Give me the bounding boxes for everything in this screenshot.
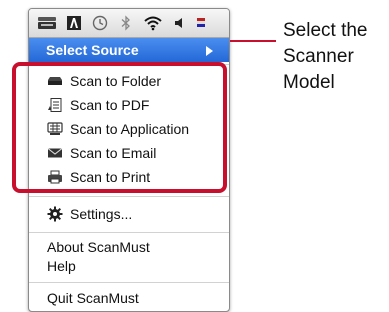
settings-item[interactable]: Settings... [29, 202, 229, 226]
settings-label: Settings... [70, 206, 133, 222]
callout-connector-line [230, 40, 276, 42]
help-item[interactable]: Help [29, 254, 229, 278]
clock-icon[interactable] [91, 14, 109, 32]
callout-annotation: Select the Scanner Model [283, 18, 368, 96]
menu-bar [29, 9, 229, 38]
volume-icon[interactable] [172, 14, 188, 32]
gear-icon [47, 206, 63, 222]
flag-icon[interactable] [195, 14, 207, 32]
callout-line-2: Scanner [283, 46, 354, 67]
wifi-icon[interactable] [142, 14, 164, 32]
submenu-arrow-icon [206, 46, 213, 56]
callout-line-3: Model [283, 72, 335, 93]
quit-label: Quit ScanMust [47, 290, 139, 306]
select-source-label: Select Source [46, 42, 139, 58]
separator [29, 232, 229, 233]
separator [29, 196, 229, 197]
bluetooth-icon[interactable] [118, 14, 134, 32]
scan-items-highlight [12, 62, 227, 193]
callout-line-1: Select the [283, 20, 368, 41]
separator [29, 282, 229, 283]
scanner-icon[interactable] [37, 14, 57, 32]
quit-item[interactable]: Quit ScanMust [29, 286, 229, 310]
adobe-icon[interactable] [65, 14, 83, 32]
help-label: Help [47, 258, 76, 274]
select-source-item[interactable]: Select Source [29, 38, 229, 62]
